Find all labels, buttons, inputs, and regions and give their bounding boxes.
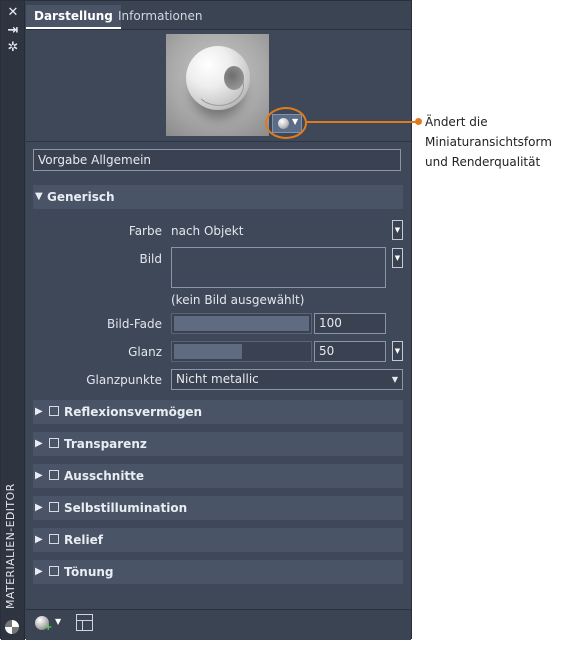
divider xyxy=(26,141,411,142)
glanz-label: Glanz xyxy=(128,345,162,359)
tab-informationen[interactable]: Informationen xyxy=(110,5,210,27)
collapsed-triangle-icon: ▶ xyxy=(35,534,43,545)
section-label: Selbstillumination xyxy=(64,501,188,515)
vertical-title: MATERIALIEN-EDITOR xyxy=(4,483,17,609)
bild-dropdown[interactable]: ▼ xyxy=(392,248,403,268)
section-selbstillumination[interactable]: ▶ Selbstillumination xyxy=(33,496,403,520)
collapsed-triangle-icon: ▶ xyxy=(35,470,43,481)
glanz-fill xyxy=(174,344,242,359)
bild-label: Bild xyxy=(139,252,162,266)
section-transparenz[interactable]: ▶ Transparenz xyxy=(33,432,403,456)
settings-icon[interactable]: ✲ xyxy=(6,41,20,55)
bild-note: (kein Bild ausgewählt) xyxy=(171,293,305,307)
plus-icon: + xyxy=(44,622,53,633)
glanzpunkte-label: Glanzpunkte xyxy=(86,373,162,387)
glanzpunkte-value: Nicht metallic xyxy=(176,372,259,386)
pin-icon[interactable]: ⇥ xyxy=(6,24,20,38)
tab-darstellung[interactable]: Darstellung xyxy=(26,5,121,29)
collapsed-triangle-icon: ▶ xyxy=(35,566,43,577)
chevron-down-icon[interactable]: ▼ xyxy=(55,617,61,626)
expanded-triangle-icon: ▼ xyxy=(35,191,43,202)
collapsed-triangle-icon: ▶ xyxy=(35,406,43,417)
section-label: Relief xyxy=(64,533,103,547)
section-relief[interactable]: ▶ Relief xyxy=(33,528,403,552)
section-label: Ausschnitte xyxy=(64,469,145,483)
collapsed-triangle-icon: ▶ xyxy=(35,502,43,513)
bildfade-label: Bild-Fade xyxy=(106,317,162,331)
image-slot[interactable] xyxy=(171,247,386,288)
farbe-label: Farbe xyxy=(128,224,162,238)
section-label: Transparenz xyxy=(64,437,147,451)
section-label: Reflexionsvermögen xyxy=(64,405,203,419)
callout-line xyxy=(307,121,419,123)
section-generisch[interactable]: ▼ Generisch xyxy=(33,185,403,209)
section-toenung[interactable]: ▶ Tönung xyxy=(33,560,403,584)
material-preview xyxy=(166,34,269,136)
material-browser-icon[interactable] xyxy=(76,614,93,631)
callout-text: Ändert die Miniaturansichtsform und Rend… xyxy=(425,115,552,169)
chevron-down-icon: ▼ xyxy=(391,375,398,384)
farbe-value: nach Objekt xyxy=(171,224,244,238)
materials-editor-panel: ✕ ⇥ ✲ MATERIALIEN-EDITOR Darstellung Inf… xyxy=(0,0,412,640)
section-title: Generisch xyxy=(47,190,115,204)
glanz-input[interactable]: 50 xyxy=(314,341,386,362)
callout-highlight xyxy=(265,107,307,139)
bildfade-fill xyxy=(174,316,309,331)
glanz-dropdown[interactable]: ▼ xyxy=(392,341,403,361)
material-name-field[interactable]: Vorgabe Allgemein xyxy=(33,149,401,171)
section-checkbox[interactable] xyxy=(49,438,59,448)
section-checkbox[interactable] xyxy=(49,566,59,576)
section-checkbox[interactable] xyxy=(49,470,59,480)
bottom-toolbar: + ▼ xyxy=(26,609,411,640)
side-strip: ✕ ⇥ ✲ MATERIALIEN-EDITOR xyxy=(1,1,25,640)
bildfade-slider[interactable] xyxy=(171,313,312,334)
farbe-dropdown[interactable]: ▼ xyxy=(392,220,403,240)
section-label: Tönung xyxy=(64,565,114,579)
tab-bar: Darstellung Informationen xyxy=(26,5,412,29)
glanz-slider[interactable] xyxy=(171,341,312,362)
callout-dot xyxy=(415,118,422,125)
section-checkbox[interactable] xyxy=(49,406,59,416)
section-reflexionsvermoegen[interactable]: ▶ Reflexionsvermögen xyxy=(33,400,403,424)
close-icon[interactable]: ✕ xyxy=(6,6,20,20)
section-ausschnitte[interactable]: ▶ Ausschnitte xyxy=(33,464,403,488)
material-icon xyxy=(5,620,19,634)
section-checkbox[interactable] xyxy=(49,534,59,544)
glanzpunkte-select[interactable]: Nicht metallic ▼ xyxy=(171,369,403,390)
section-checkbox[interactable] xyxy=(49,502,59,512)
bildfade-input[interactable]: 100 xyxy=(314,313,386,334)
collapsed-triangle-icon: ▶ xyxy=(35,438,43,449)
preview-sphere xyxy=(186,46,250,110)
